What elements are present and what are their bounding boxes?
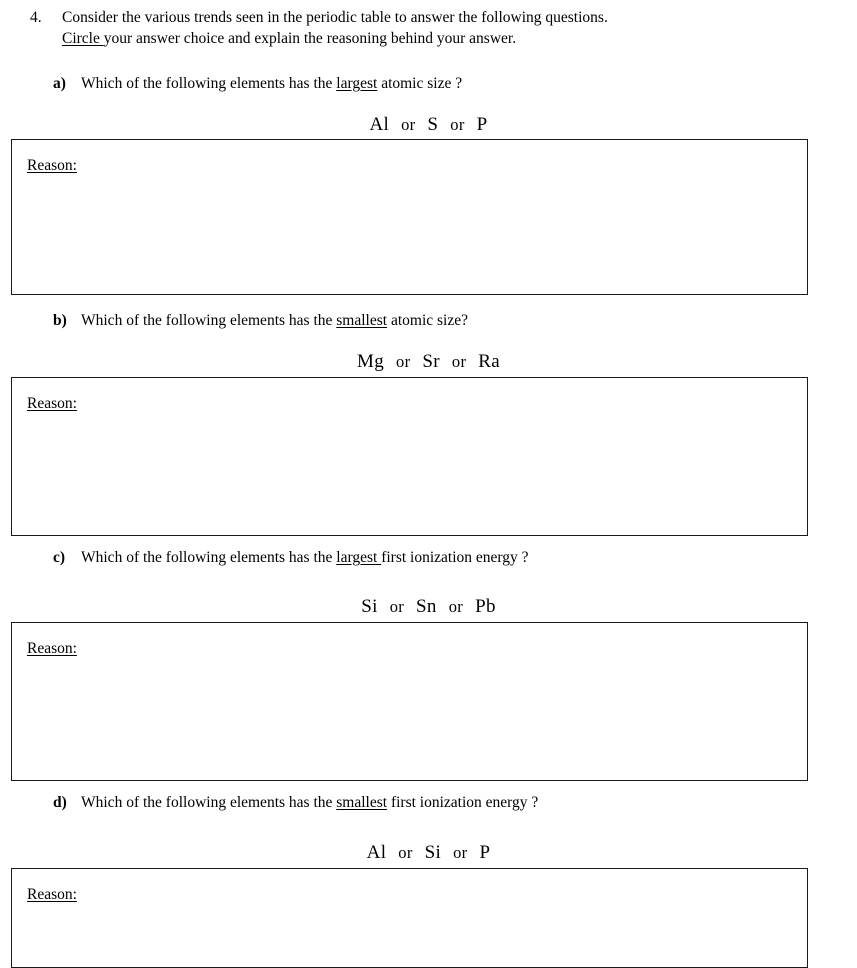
question-b: b) Which of the following elements has t… [53,311,813,331]
choice-conjunction: or [450,115,465,134]
reason-box-a[interactable]: Reason: [11,139,808,295]
question-c-letter: c) [53,549,66,566]
reason-box-b[interactable]: Reason: [11,377,808,536]
choice-option-a-1[interactable]: Al [369,113,389,137]
choice-option-d-1[interactable]: Al [367,841,387,865]
choices-a: Al or Sor P [0,113,857,137]
choices-d: Al or Si or P [0,841,857,865]
choice-option-a-2[interactable]: S [427,113,438,137]
question-a-text-after: atomic size ? [377,75,463,92]
item-number: 4. [30,9,42,26]
reason-label-a: Reason: [27,157,77,174]
reason-box-c[interactable]: Reason: [11,622,808,781]
question-a-text-before: Which of the following elements has the [81,75,337,92]
question-c-text: Which of the following elements has the … [81,548,813,568]
intro-item: 4. Consider the various trends seen in t… [30,7,830,49]
choice-conjunction: or [401,115,416,134]
intro-line-2: Circle your answer choice and explain th… [62,28,830,49]
worksheet-page: 4. Consider the various trends seen in t… [0,0,857,968]
choice-conjunction: or [396,352,411,371]
question-d: d) Which of the following elements has t… [53,793,813,813]
question-d-text-before: Which of the following elements has the [81,794,337,811]
question-a-keyword: largest [336,75,378,92]
choice-conjunction: or [389,597,405,616]
choice-conjunction: or [453,843,468,862]
choice-option-c-2[interactable]: Sn [416,595,437,619]
question-b-letter: b) [53,312,67,329]
choice-option-d-3[interactable]: P [479,841,490,865]
question-b-text-before: Which of the following elements has the [81,312,337,329]
reason-label-d: Reason: [27,886,77,903]
question-b-text: Which of the following elements has the … [81,311,813,331]
question-a-letter: a) [53,75,66,92]
question-c-keyword: largest [336,549,382,566]
question-c-text-before: Which of the following elements has the [81,549,337,566]
choice-option-b-3[interactable]: Ra [478,350,500,374]
reason-box-d[interactable]: Reason: [11,868,808,968]
question-a-text: Which of the following elements has the … [81,74,813,94]
choice-conjunction: or [398,843,413,862]
intro-body: Consider the various trends seen in the … [62,7,830,49]
question-a: a) Which of the following elements has t… [53,74,813,94]
choice-option-d-2[interactable]: Si [425,841,441,865]
intro-line-1: Consider the various trends seen in the … [62,9,608,26]
choice-option-c-3[interactable]: Pb [475,595,496,619]
question-d-text: Which of the following elements has the … [81,793,813,813]
question-d-text-after: first ionization energy ? [387,794,539,811]
circle-instruction-underlined: Circle [62,30,104,47]
choice-option-a-3[interactable]: P [477,113,488,137]
question-c: c) Which of the following elements has t… [53,548,813,568]
reason-label-b: Reason: [27,395,77,412]
choice-option-b-2[interactable]: Sr [422,350,440,374]
choice-conjunction: or [451,352,467,371]
choice-conjunction: or [448,597,464,616]
intro-line-2-rest: your answer choice and explain the reaso… [103,30,517,47]
choice-option-b-1[interactable]: Mg [357,350,384,374]
question-d-keyword: smallest [336,794,388,811]
question-c-text-after: first ionization energy ? [381,549,529,566]
question-b-keyword: smallest [336,312,388,329]
choices-b: Mg or Sr or Ra [0,350,857,374]
question-d-letter: d) [53,794,67,811]
question-b-text-after: atomic size? [387,312,468,329]
reason-label-c: Reason: [27,640,77,657]
choice-option-c-1[interactable]: Si [361,595,377,619]
choices-c: Si or Sn or Pb [0,595,857,619]
